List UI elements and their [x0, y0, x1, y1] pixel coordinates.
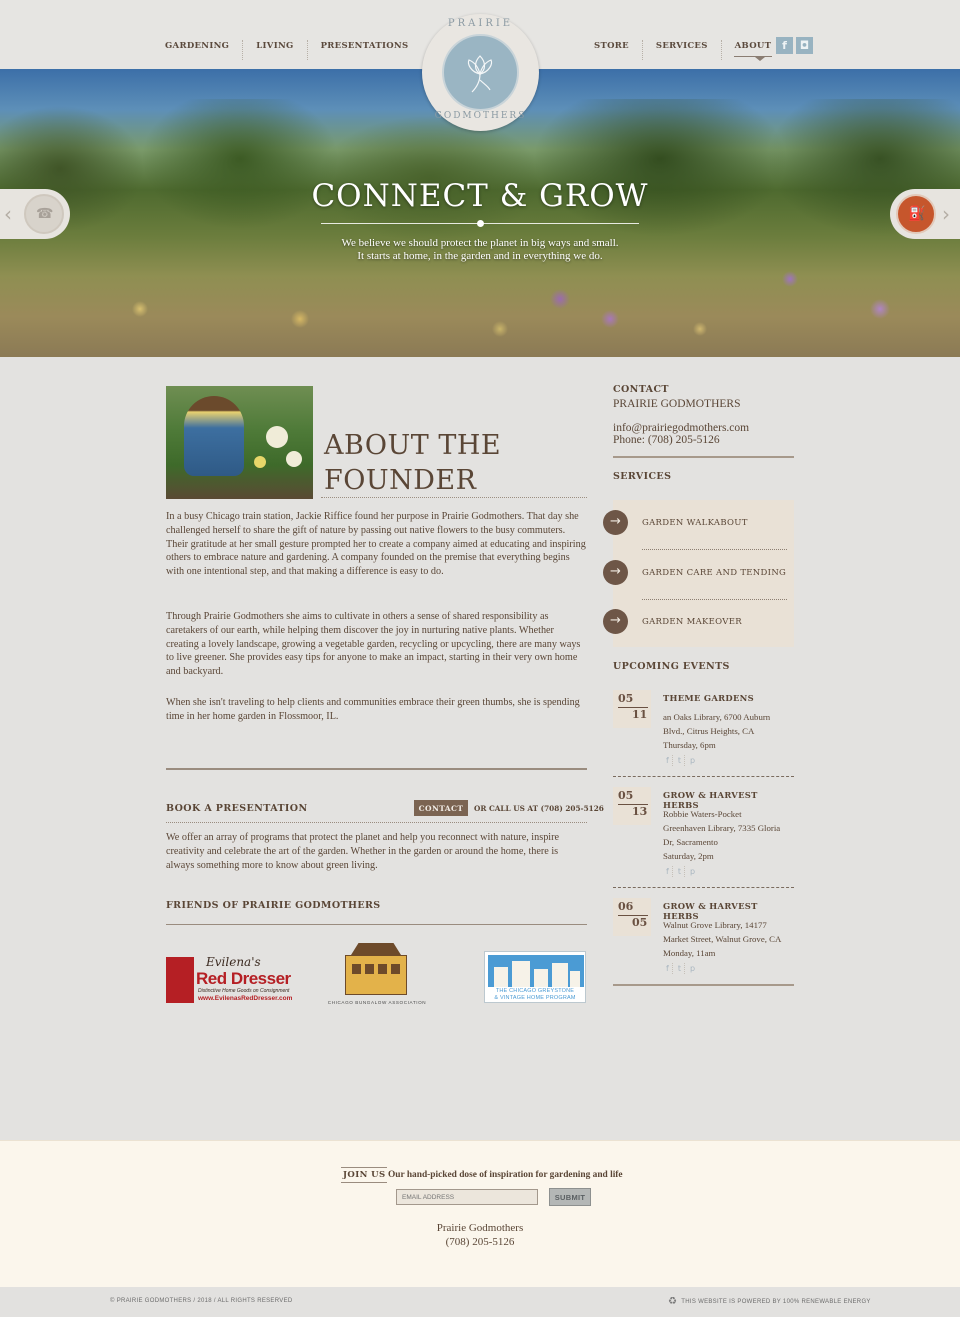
facebook-icon[interactable]: f: [663, 963, 673, 974]
logo-bottom-text: GODMOTHERS: [434, 111, 527, 121]
red-dresser-logo[interactable]: Evilena's Red Dresser Distinctive Home G…: [166, 955, 292, 1005]
email-field[interactable]: [396, 1189, 538, 1205]
service-garden-walkabout[interactable]: → GARDEN WALKABOUT: [603, 500, 794, 550]
nav-gardening[interactable]: GARDENING: [165, 40, 244, 60]
arrow-right-icon: →: [603, 560, 628, 585]
hero-subtitle: We believe we should protect the planet …: [0, 237, 960, 263]
newsletter-footer: [0, 1140, 960, 1287]
flower-icon: [442, 34, 519, 111]
copyright-text: © PRAIRIE GODMOTHERS / 2018 / ALL RIGHTS…: [110, 1298, 293, 1304]
event-share: f t p: [663, 963, 698, 974]
nav-about[interactable]: ABOUT: [722, 40, 785, 61]
event-share: f t p: [663, 866, 698, 877]
contact-phone: Phone: (708) 205-5126: [613, 434, 720, 446]
bungalow-house-icon: [345, 955, 407, 995]
events-heading: UPCOMING EVENTS: [613, 661, 730, 672]
flower-graphic: [467, 55, 493, 93]
arrow-right-icon: →: [603, 510, 628, 535]
contact-divider: [613, 456, 794, 458]
facebook-icon[interactable]: f: [663, 755, 673, 766]
greystone-buildings-icon: [488, 955, 584, 987]
chevron-right-icon: ›: [942, 202, 950, 226]
hero-flowers: [0, 249, 960, 357]
chevron-left-icon: ‹: [4, 202, 12, 226]
book-presentation-title: BOOK A PRESENTATION: [166, 803, 308, 814]
services-heading: SERVICES: [613, 471, 672, 482]
recycle-icon: ♻: [668, 1296, 678, 1307]
slider-next-button[interactable]: ⛽ ›: [890, 189, 960, 239]
contact-name: PRAIRIE GODMOTHERS: [613, 398, 741, 410]
pinterest-icon[interactable]: p: [687, 963, 698, 974]
pinterest-icon[interactable]: p: [687, 755, 698, 766]
facebook-icon[interactable]: f: [776, 37, 793, 54]
nav-presentations[interactable]: PRESENTATIONS: [308, 40, 422, 60]
submit-button[interactable]: SUBMIT: [549, 1188, 591, 1206]
phone-icon: ☎: [24, 194, 64, 234]
about-founder-title: ABOUT THE FOUNDER: [324, 428, 584, 498]
event-details: Walnut Grove Library, 14177 Market Stree…: [663, 920, 782, 958]
footer-contact: Prairie Godmothers (708) 205-5126: [0, 1221, 960, 1249]
service-garden-makeover[interactable]: → GARDEN MAKEOVER: [603, 599, 794, 649]
footer-org-name: Prairie Godmothers: [436, 1222, 524, 1234]
about-title-line2: FOUNDER: [324, 465, 477, 496]
about-paragraph-1: In a busy Chicago train station, Jackie …: [166, 511, 586, 578]
book-divider: [166, 822, 587, 823]
twitter-icon[interactable]: t: [675, 866, 685, 877]
event-details: an Oaks Library, 6700 Auburn Blvd., Citr…: [663, 712, 771, 750]
contact-button[interactable]: CONTACT: [414, 800, 468, 816]
pinterest-icon[interactable]: p: [687, 866, 698, 877]
event-share: f t p: [663, 755, 698, 766]
dresser-icon: [166, 957, 194, 1003]
services-list: → GARDEN WALKABOUT → GARDEN CARE AND TEN…: [603, 500, 794, 649]
about-paragraph-3: When she isn't traveling to help clients…: [166, 697, 580, 722]
main-nav-left: GARDENING LIVING PRESENTATIONS: [165, 40, 421, 60]
event-title: THEME GARDENS: [663, 693, 754, 703]
facebook-icon[interactable]: f: [663, 866, 673, 877]
friends-title: FRIENDS OF PRAIRIE GODMOTHERS: [166, 900, 381, 911]
footer-org-phone: (708) 205-5126: [445, 1236, 515, 1248]
service-garden-care[interactable]: → GARDEN CARE AND TENDING: [603, 550, 794, 600]
nav-services[interactable]: SERVICES: [643, 40, 722, 60]
founder-photo: [166, 386, 313, 499]
renewable-energy-note: ♻ THIS WEBSITE IS POWERED BY 100% RENEWA…: [668, 1296, 871, 1307]
slider-prev-button[interactable]: ‹ ☎: [0, 189, 70, 239]
event-details: Robbie Waters-Pocket Greenhaven Library,…: [663, 809, 781, 861]
section-divider: [166, 768, 587, 770]
contact-email[interactable]: info@prairiegodmothers.com: [613, 422, 749, 434]
hero-subtitle-line1: We believe we should protect the planet …: [341, 237, 619, 249]
about-paragraph-2: Through Prairie Godmothers she aims to c…: [166, 611, 581, 678]
event-date: 05 11: [613, 690, 651, 728]
about-title-line1: ABOUT THE: [324, 430, 502, 461]
hero-title: CONNECT & GROW: [311, 178, 649, 214]
arrow-right-icon: →: [603, 609, 628, 634]
hero-subtitle-line2: It starts at home, in the garden and in …: [357, 250, 603, 262]
logo-top-text: PRAIRIE: [447, 18, 514, 29]
event-date: 06 05: [613, 898, 651, 936]
nav-living[interactable]: LIVING: [243, 40, 308, 60]
hero-divider-dot: [477, 220, 484, 227]
main-nav-right: STORE SERVICES ABOUT: [594, 40, 785, 61]
powered-text: THIS WEBSITE IS POWERED BY 100% RENEWABL…: [681, 1298, 871, 1305]
join-us-label: JOIN US: [341, 1167, 388, 1183]
events-divider: [613, 984, 794, 986]
twitter-icon[interactable]: t: [675, 963, 685, 974]
friends-divider: [166, 924, 587, 925]
event-date: 05 13: [613, 787, 651, 825]
join-tagline: Our hand-picked dose of inspiration for …: [388, 1170, 623, 1180]
bungalow-roof-icon: [351, 943, 401, 955]
nav-store[interactable]: STORE: [594, 40, 643, 60]
site-logo[interactable]: PRAIRIE GODMOTHERS: [422, 14, 539, 131]
chicago-greystone-logo[interactable]: THE CHICAGO GREYSTONE & VINTAGE HOME PRO…: [484, 951, 586, 1003]
call-us-text: OR CALL US AT (708) 205-5126: [474, 804, 604, 813]
book-presentation-body: We offer an array of programs that prote…: [166, 832, 560, 871]
contact-heading: CONTACT: [613, 384, 669, 395]
chicago-bungalow-logo[interactable]: CHICAGO BUNGALOW ASSOCIATION: [323, 943, 431, 1011]
social-links: f ◘: [776, 37, 813, 54]
twitter-icon[interactable]: t: [675, 755, 685, 766]
watering-can-icon: ⛽: [896, 194, 936, 234]
title-divider: [321, 497, 587, 498]
instagram-icon[interactable]: ◘: [796, 37, 813, 54]
